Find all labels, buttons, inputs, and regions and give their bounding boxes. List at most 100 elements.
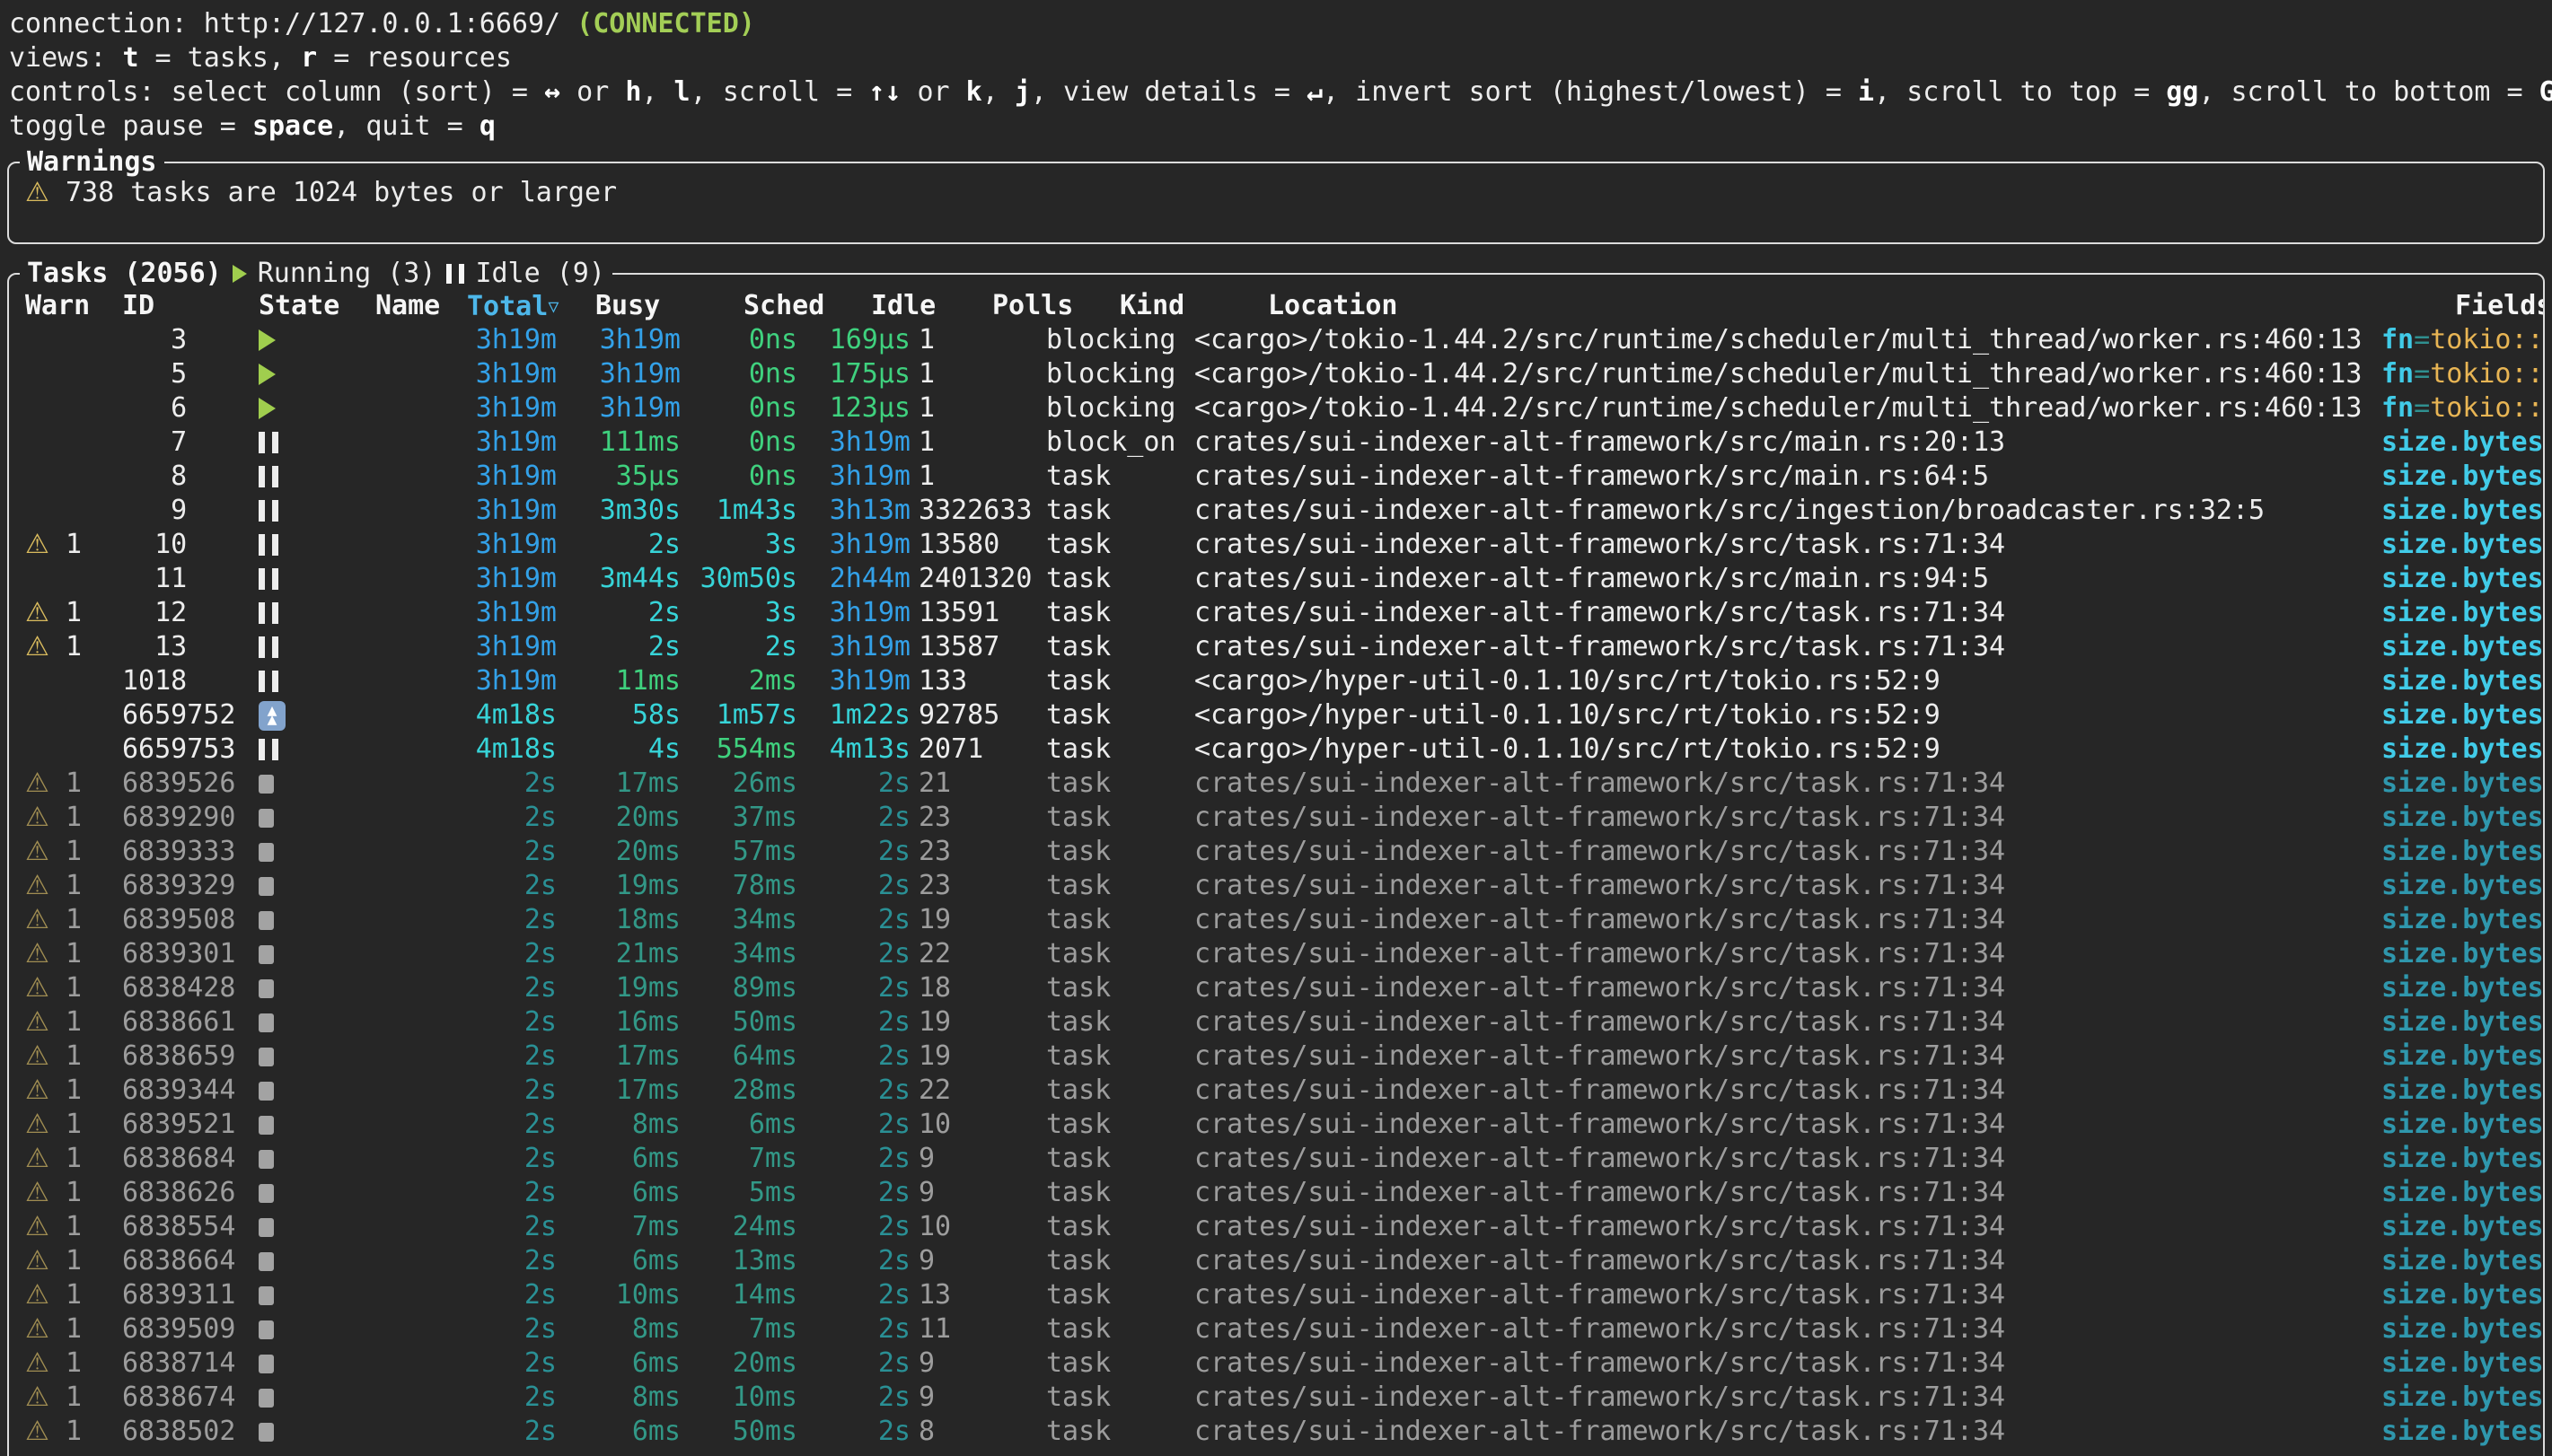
task-row[interactable]: 73h19m111ms0ns3h19m1block_oncrates/sui-i… (9, 425, 2543, 460)
total-duration-cell: 2s (460, 903, 557, 937)
field-name: fn (2381, 392, 2414, 424)
task-row[interactable]: ⚠ 168393292s19ms78ms2s23taskcrates/sui-i… (9, 869, 2543, 903)
key-hint: i (1858, 76, 1874, 108)
task-id-cell: 6659753 (122, 732, 241, 767)
total-duration-cell: 3h19m (460, 391, 557, 425)
task-row[interactable]: ⚠ 168393012s21ms34ms2s22taskcrates/sui-i… (9, 937, 2543, 971)
sched-duration-cell: 37ms (681, 801, 797, 835)
busy-duration-cell: 17ms (557, 1039, 681, 1074)
polls-cell: 1 (919, 391, 1037, 425)
location-cell: <cargo>/hyper-util-0.1.10/src/rt/tokio.r… (1194, 698, 2372, 732)
idle-duration-cell: 2s (797, 869, 911, 903)
warn-cell: ⚠ 1 (25, 1074, 122, 1108)
kind-cell: task (1046, 1346, 1185, 1381)
column-header-total-sorted[interactable]: Total▿ (460, 289, 564, 323)
fields-cell: size.bytes= (2381, 596, 2543, 630)
kind-cell: task (1046, 1005, 1185, 1039)
task-row[interactable]: ⚠ 168393442s17ms28ms2s22taskcrates/sui-i… (9, 1074, 2543, 1108)
idle-duration-cell: 2s (797, 1312, 911, 1346)
field-name: size.bytes (2381, 1279, 2543, 1311)
warn-cell: ⚠ 1 (25, 1005, 122, 1039)
task-row[interactable]: 83h19m35µs0ns3h19m1taskcrates/sui-indexe… (9, 460, 2543, 494)
status-text: , invert sort (highest/lowest) = (1323, 76, 1858, 108)
total-duration-cell: 3h19m (460, 323, 557, 357)
task-row[interactable]: 66597534m18s4s554ms4m13s2071task<cargo>/… (9, 732, 2543, 767)
task-id-cell: 6 (122, 391, 241, 425)
column-header-state[interactable]: State (259, 289, 375, 323)
warning-icon: ⚠ (25, 529, 49, 560)
task-row[interactable]: ⚠ 168395082s18ms34ms2s19taskcrates/sui-i… (9, 903, 2543, 937)
task-id-cell: 12 (122, 596, 241, 630)
kind-cell: task (1046, 732, 1185, 767)
field-name: size.bytes (2381, 938, 2543, 969)
column-header-polls[interactable]: Polls (992, 289, 1111, 323)
column-header-id[interactable]: ID (122, 289, 241, 323)
task-row[interactable]: ⚠ 168395092s8ms7ms2s11taskcrates/sui-ind… (9, 1312, 2543, 1346)
task-row[interactable]: 63h19m3h19m0ns123µs1blocking<cargo>/toki… (9, 391, 2543, 425)
task-row[interactable]: 10183h19m11ms2ms3h19m133task<cargo>/hype… (9, 664, 2543, 698)
task-row[interactable]: ⚠ 1 103h19m2s3s3h19m13580taskcrates/sui-… (9, 528, 2543, 562)
column-header-fields[interactable]: Fields (2455, 289, 2543, 323)
column-header-name[interactable]: Name (375, 289, 460, 323)
task-row[interactable]: 113h19m3m44s30m50s2h44m2401320taskcrates… (9, 562, 2543, 596)
total-duration-cell: 2s (460, 801, 557, 835)
task-state-cell (259, 877, 375, 896)
task-row[interactable]: ⚠ 1 133h19m2s2s3h19m13587taskcrates/sui-… (9, 630, 2543, 664)
polls-cell: 22 (919, 937, 1037, 971)
task-row[interactable]: ⚠ 168392902s20ms37ms2s23taskcrates/sui-i… (9, 801, 2543, 835)
task-row[interactable]: ⚠ 168386842s6ms7ms2s9taskcrates/sui-inde… (9, 1142, 2543, 1176)
task-row[interactable]: ⚠ 168386742s8ms10ms2s9taskcrates/sui-ind… (9, 1381, 2543, 1415)
task-row[interactable]: ⚠ 168386262s6ms5ms2s9taskcrates/sui-inde… (9, 1176, 2543, 1210)
kind-cell: task (1046, 903, 1185, 937)
kind-cell: blocking (1046, 323, 1185, 357)
warning-icon: ⚠ (25, 870, 49, 901)
task-row[interactable]: 53h19m3h19m0ns175µs1blocking<cargo>/toki… (9, 357, 2543, 391)
running-icon (233, 265, 247, 283)
column-header-location[interactable]: Location (1268, 289, 2446, 323)
column-header-idle[interactable]: Idle (860, 289, 984, 323)
sched-duration-cell: 0ns (681, 460, 797, 494)
busy-duration-cell: 6ms (557, 1176, 681, 1210)
idle-duration-cell: 2s (797, 1142, 911, 1176)
paused-icon (259, 636, 278, 658)
sched-duration-cell: 2s (681, 630, 797, 664)
task-row[interactable]: 33h19m3h19m0ns169µs1blocking<cargo>/toki… (9, 323, 2543, 357)
task-row[interactable]: ⚠ 168393332s20ms57ms2s23taskcrates/sui-i… (9, 835, 2543, 869)
task-row[interactable]: 93h19m3m30s1m43s3h13m3322633taskcrates/s… (9, 494, 2543, 528)
location-cell: crates/sui-indexer-alt-framework/src/tas… (1194, 903, 2372, 937)
polls-cell: 9 (919, 1244, 1037, 1278)
task-row[interactable]: ⚠ 1 123h19m2s3s3h19m13591taskcrates/sui-… (9, 596, 2543, 630)
task-row[interactable]: ⚠ 168386642s6ms13ms2s9taskcrates/sui-ind… (9, 1244, 2543, 1278)
task-row[interactable]: ⚠ 168385542s7ms24ms2s10taskcrates/sui-in… (9, 1210, 2543, 1244)
task-row[interactable]: 6659752▲▲4m18s58s1m57s1m22s92785task<car… (9, 698, 2543, 732)
busy-duration-cell: 21ms (557, 937, 681, 971)
warn-cell: ⚠ 1 (25, 1142, 122, 1176)
task-row[interactable]: ⚠ 168395212s8ms6ms2s10taskcrates/sui-ind… (9, 1108, 2543, 1142)
sched-duration-cell: 3s (681, 528, 797, 562)
column-header-warn[interactable]: Warn (25, 289, 122, 323)
task-row[interactable]: ⚠ 168386592s17ms64ms2s19taskcrates/sui-i… (9, 1039, 2543, 1074)
task-row[interactable]: ⚠ 168386612s16ms50ms2s19taskcrates/sui-i… (9, 1005, 2543, 1039)
stopped-icon (259, 1320, 274, 1339)
task-row[interactable]: ⚠ 168393112s10ms14ms2s13taskcrates/sui-i… (9, 1278, 2543, 1312)
task-state-cell (259, 1150, 375, 1169)
fields-cell: size.bytes= (2381, 937, 2543, 971)
task-row[interactable]: ⚠ 168385022s6ms50ms2s8taskcrates/sui-ind… (9, 1415, 2543, 1449)
task-id-cell: 6839329 (122, 869, 241, 903)
column-header-busy[interactable]: Busy (564, 289, 719, 323)
fields-cell: fn=tokio::r (2381, 323, 2543, 357)
total-duration-cell: 4m18s (460, 698, 557, 732)
column-header-kind[interactable]: Kind (1120, 289, 1259, 323)
tasks-title-label: Tasks (2056) (27, 257, 222, 291)
task-row[interactable]: ⚠ 168384282s19ms89ms2s18taskcrates/sui-i… (9, 971, 2543, 1005)
warnings-panel-title: Warnings (20, 145, 164, 180)
polls-cell: 23 (919, 801, 1037, 835)
total-duration-cell: 3h19m (460, 460, 557, 494)
task-row[interactable]: ⚠ 168395262s17ms26ms2s21taskcrates/sui-i… (9, 767, 2543, 801)
fields-cell: size.bytes= (2381, 1142, 2543, 1176)
task-id-cell: 5 (122, 357, 241, 391)
column-header-sched[interactable]: Sched (719, 289, 860, 323)
location-cell: crates/sui-indexer-alt-framework/src/tas… (1194, 1312, 2372, 1346)
task-row[interactable]: ⚠ 168387142s6ms20ms2s9taskcrates/sui-ind… (9, 1346, 2543, 1381)
busy-duration-cell: 6ms (557, 1244, 681, 1278)
